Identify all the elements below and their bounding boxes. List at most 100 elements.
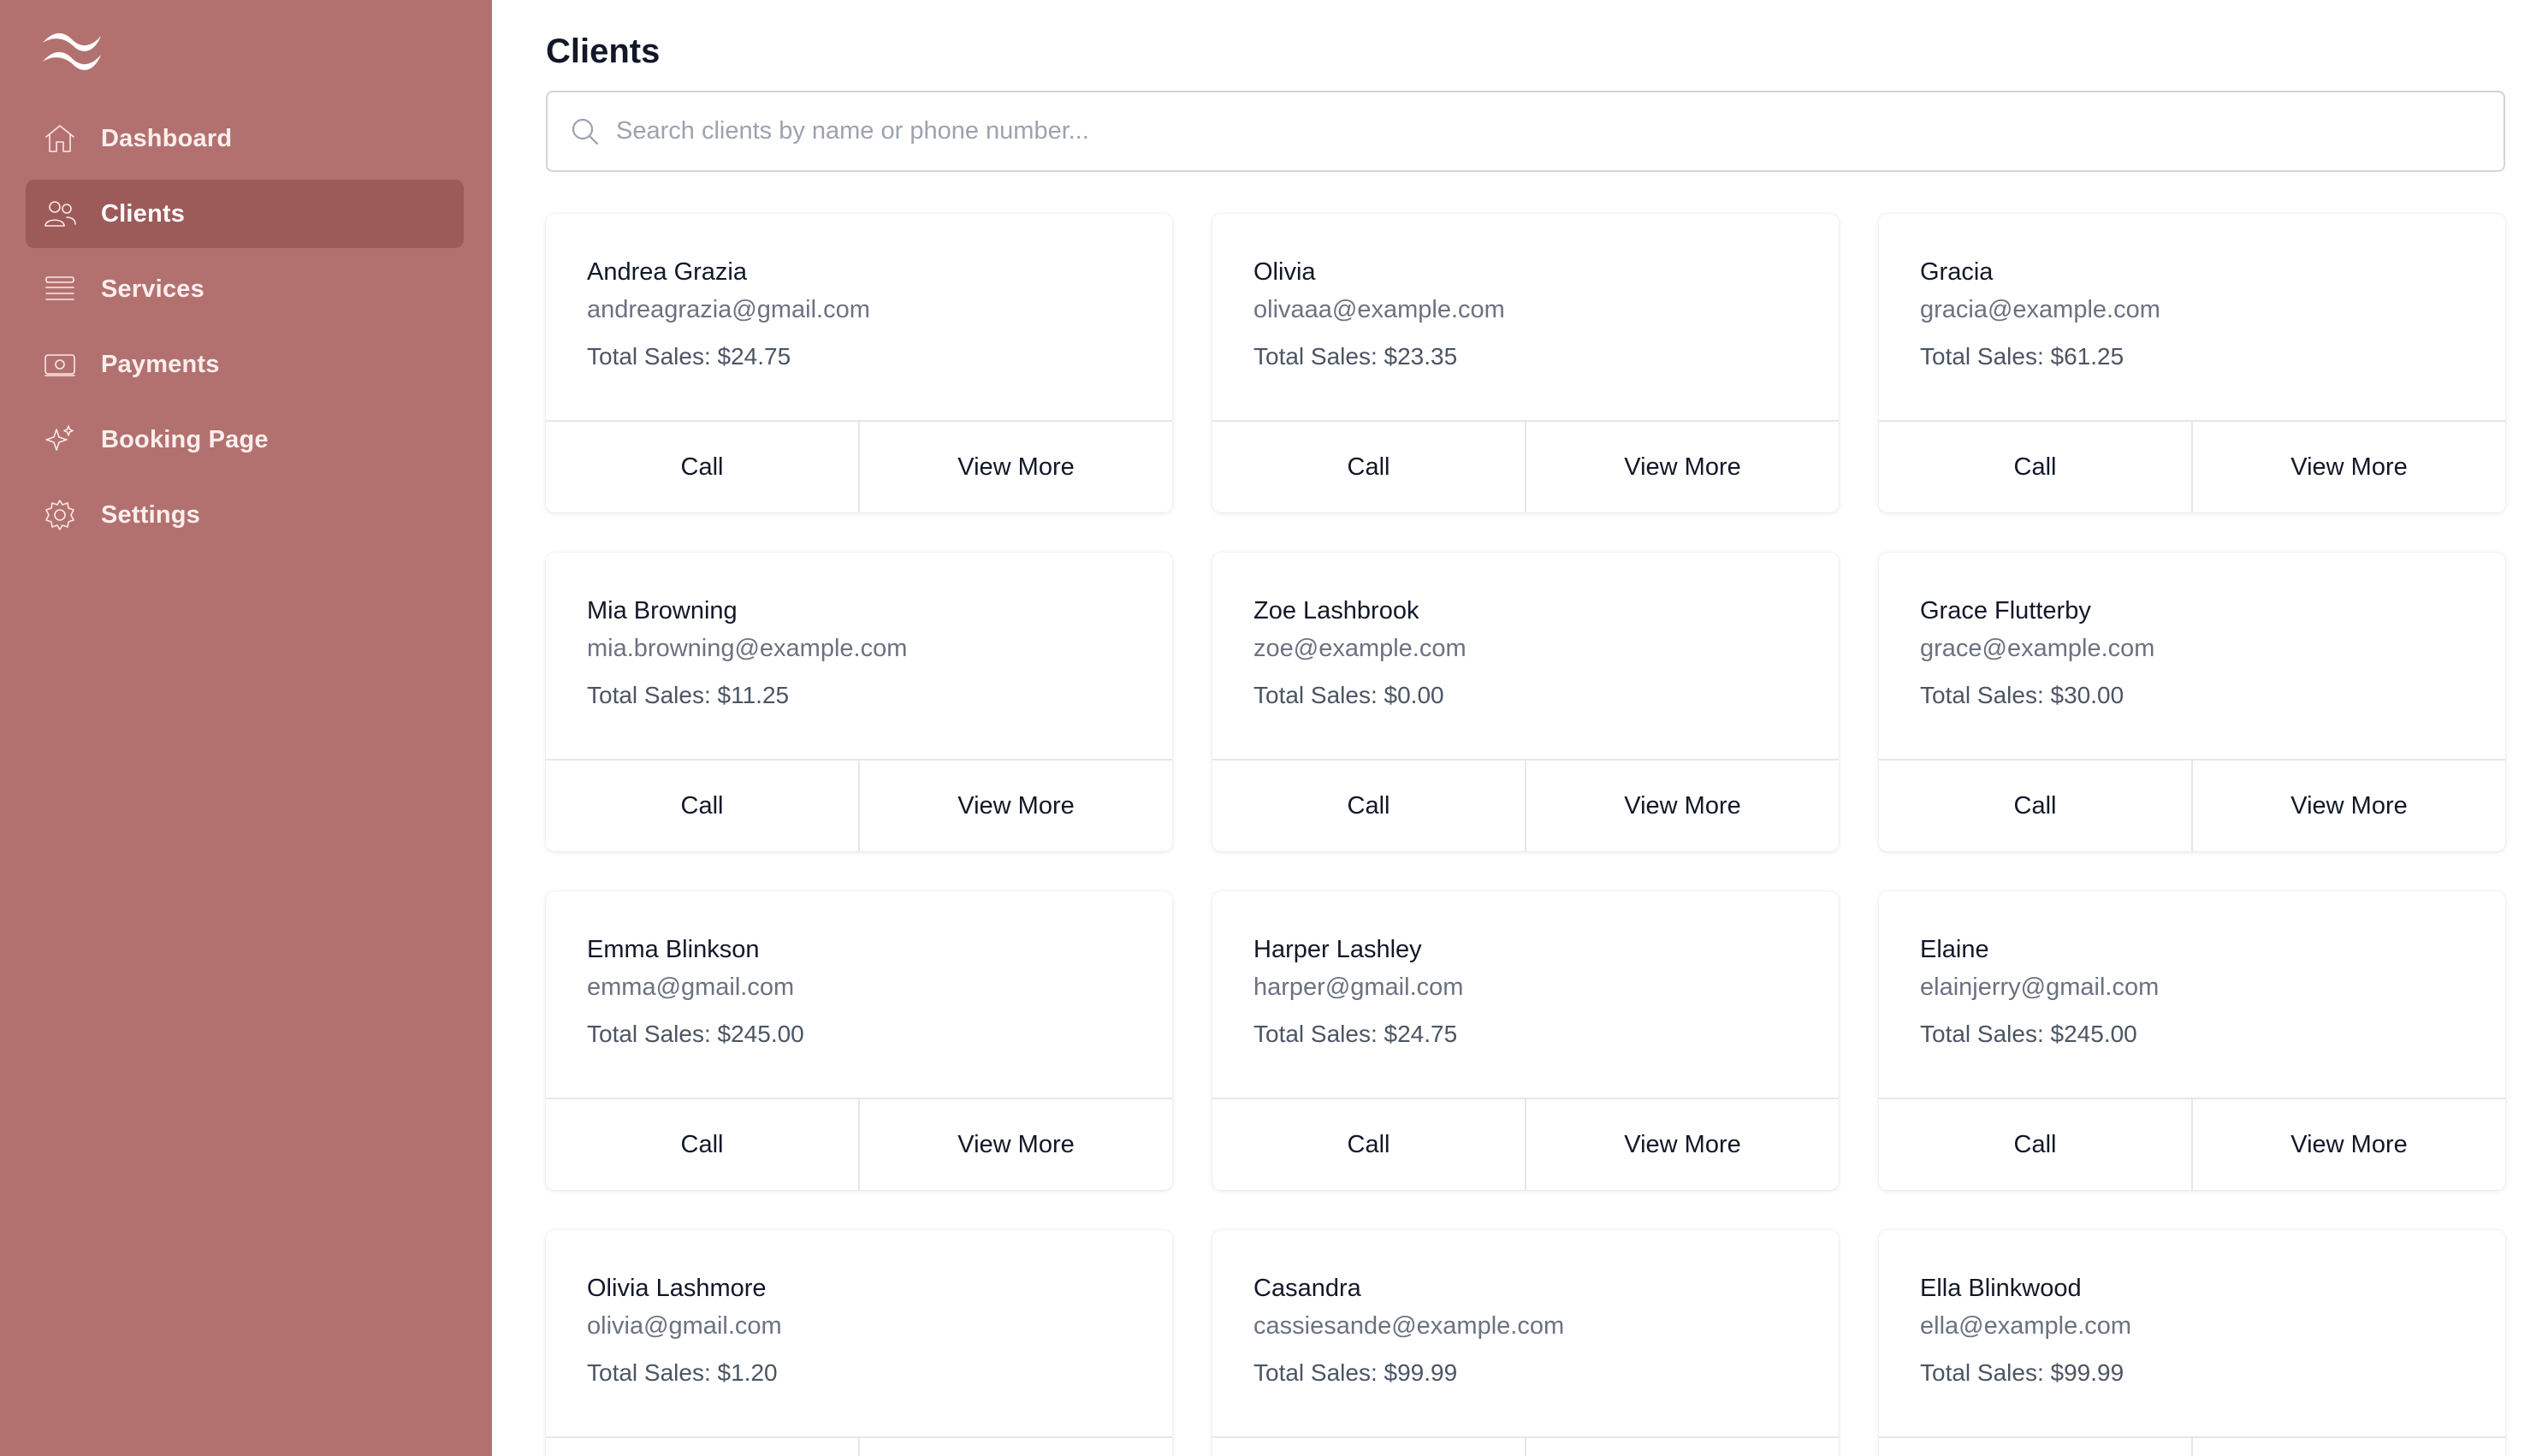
client-card: Olivia olivaaa@example.com Total Sales: $2… bbox=[1212, 214, 1839, 512]
view-more-button[interactable]: View More bbox=[2191, 422, 2505, 512]
client-email: ella@example.com bbox=[1920, 1312, 2132, 1340]
client-email: emma@gmail.com bbox=[587, 974, 795, 1001]
client-email: harper@gmail.com bbox=[1253, 974, 1464, 1001]
call-button[interactable]: Call bbox=[1879, 1099, 2191, 1190]
client-card-body: Harper Lashley harper@gmail.com Total Sale… bbox=[1253, 932, 1813, 1047]
view-more-button[interactable]: View More bbox=[1525, 1099, 1839, 1190]
call-button[interactable]: Call bbox=[1879, 1438, 2191, 1456]
client-card: Mia Browning mia.browning@example.com Tota… bbox=[546, 553, 1172, 851]
view-more-button[interactable]: View More bbox=[1525, 761, 1839, 851]
call-button[interactable]: Call bbox=[1879, 422, 2191, 512]
client-card: Emma Blinkson emma@gmail.com Total Sales: … bbox=[546, 891, 1172, 1190]
client-email: grace@example.com bbox=[1920, 635, 2155, 662]
sidebar-item-booking-page[interactable]: Booking Page bbox=[26, 405, 464, 474]
call-button[interactable]: Call bbox=[1212, 1099, 1525, 1190]
client-name: Emma Blinkson bbox=[587, 936, 760, 963]
client-total-sales: Total Sales: $99.99 bbox=[1920, 1359, 2124, 1386]
client-card: Casandra cassiesande@example.com Total Sal… bbox=[1212, 1230, 1839, 1456]
client-total-sales: Total Sales: $24.75 bbox=[1253, 1021, 1458, 1047]
view-more-button[interactable]: View More bbox=[858, 1099, 1172, 1190]
client-total-sales: Total Sales: $245.00 bbox=[1920, 1021, 2137, 1047]
client-name: Olivia Lashmore bbox=[587, 1275, 767, 1302]
call-button[interactable]: Call bbox=[1212, 422, 1525, 512]
client-total-sales: Total Sales: $30.00 bbox=[1920, 682, 2124, 708]
client-card-actions: CallView More bbox=[1879, 1098, 2505, 1190]
sidebar-item-label: Booking Page bbox=[101, 425, 269, 453]
client-total-sales: Total Sales: $24.75 bbox=[587, 343, 791, 370]
client-email: andreagrazia@gmail.com bbox=[587, 296, 870, 323]
call-button[interactable]: Call bbox=[1879, 761, 2191, 851]
clients-grid: Andrea Grazia andreagrazia@gmail.com Total… bbox=[546, 214, 2505, 1456]
call-button[interactable]: Call bbox=[1212, 1438, 1525, 1456]
client-card: Elaine elainjerry@gmail.com Total Sales: $… bbox=[1879, 891, 2505, 1190]
client-total-sales: Total Sales: $11.25 bbox=[587, 682, 790, 708]
client-total-sales: Total Sales: $245.00 bbox=[587, 1021, 804, 1047]
client-card-body: Elaine elainjerry@gmail.com Total Sales: $… bbox=[1920, 932, 2480, 1047]
view-more-button[interactable]: View More bbox=[1525, 422, 1839, 512]
call-button[interactable]: Call bbox=[1212, 761, 1525, 851]
client-card-body: Casandra cassiesande@example.com Total Sal… bbox=[1253, 1271, 1813, 1386]
call-button[interactable]: Call bbox=[546, 422, 858, 512]
view-more-button[interactable]: View More bbox=[858, 422, 1172, 512]
sidebar-item-label: Clients bbox=[101, 199, 186, 228]
list-icon bbox=[41, 270, 79, 308]
client-name: Ella Blinkwood bbox=[1920, 1275, 2082, 1302]
client-card: Zoe Lashbrook zoe@example.com Total Sales:… bbox=[1212, 553, 1839, 851]
client-card: Harper Lashley harper@gmail.com Total Sale… bbox=[1212, 891, 1839, 1190]
view-more-button[interactable]: View More bbox=[2191, 1438, 2505, 1456]
client-card-body: Andrea Grazia andreagrazia@gmail.com Total… bbox=[587, 255, 1147, 370]
client-total-sales: Total Sales: $1.20 bbox=[587, 1359, 778, 1386]
client-total-sales: Total Sales: $23.35 bbox=[1253, 343, 1458, 370]
sidebar-item-settings[interactable]: Settings bbox=[26, 481, 464, 549]
banknote-icon bbox=[41, 346, 79, 383]
client-name: Harper Lashley bbox=[1253, 936, 1422, 963]
client-card: Andrea Grazia andreagrazia@gmail.com Total… bbox=[546, 214, 1172, 512]
sidebar-item-clients[interactable]: Clients bbox=[26, 180, 464, 248]
client-card-actions: CallView More bbox=[546, 420, 1172, 512]
client-name: Olivia bbox=[1253, 258, 1316, 286]
client-card-actions: CallView More bbox=[546, 759, 1172, 851]
sidebar-nav: Dashboard Clients Services Payments Booking … bbox=[26, 104, 464, 556]
sidebar-item-payments[interactable]: Payments bbox=[26, 330, 464, 399]
client-card-body: Emma Blinkson emma@gmail.com Total Sales: … bbox=[587, 932, 1147, 1047]
client-card-body: Zoe Lashbrook zoe@example.com Total Sales:… bbox=[1253, 594, 1813, 708]
client-card-body: Mia Browning mia.browning@example.com Tota… bbox=[587, 594, 1147, 708]
search-icon bbox=[568, 115, 602, 149]
view-more-button[interactable]: View More bbox=[1525, 1438, 1839, 1456]
client-email: olivia@gmail.com bbox=[587, 1312, 782, 1340]
sidebar: Dashboard Clients Services Payments Booking … bbox=[0, 0, 492, 1456]
client-card-actions: CallView More bbox=[546, 1436, 1172, 1456]
client-card-actions: CallView More bbox=[1212, 759, 1839, 851]
sidebar-item-label: Dashboard bbox=[101, 124, 233, 152]
sidebar-item-label: Settings bbox=[101, 500, 200, 529]
page-title: Clients bbox=[546, 33, 661, 70]
wave-logo-icon[interactable] bbox=[38, 24, 106, 75]
client-card: Ella Blinkwood ella@example.com Total Sale… bbox=[1879, 1230, 2505, 1456]
client-card-actions: CallView More bbox=[1212, 420, 1839, 512]
call-button[interactable]: Call bbox=[546, 761, 858, 851]
client-card-actions: CallView More bbox=[1879, 1436, 2505, 1456]
search-bar[interactable] bbox=[546, 91, 2505, 172]
view-more-button[interactable]: View More bbox=[2191, 761, 2505, 851]
sidebar-item-dashboard[interactable]: Dashboard bbox=[26, 104, 464, 173]
client-email: elainjerry@gmail.com bbox=[1920, 974, 2160, 1001]
client-email: cassiesande@example.com bbox=[1253, 1312, 1565, 1340]
view-more-button[interactable]: View More bbox=[858, 1438, 1172, 1456]
sidebar-item-services[interactable]: Services bbox=[26, 255, 464, 323]
client-name: Andrea Grazia bbox=[587, 258, 747, 286]
client-card-actions: CallView More bbox=[1212, 1098, 1839, 1190]
client-card-actions: CallView More bbox=[546, 1098, 1172, 1190]
client-card: Gracia gracia@example.com Total Sales: $61… bbox=[1879, 214, 2505, 512]
view-more-button[interactable]: View More bbox=[2191, 1099, 2505, 1190]
client-card-body: Olivia Lashmore olivia@gmail.com Total Sal… bbox=[587, 1271, 1147, 1386]
client-card-body: Olivia olivaaa@example.com Total Sales: $2… bbox=[1253, 255, 1813, 370]
client-card-actions: CallView More bbox=[1879, 759, 2505, 851]
call-button[interactable]: Call bbox=[546, 1438, 858, 1456]
search-input[interactable] bbox=[616, 97, 2504, 166]
client-card-body: Gracia gracia@example.com Total Sales: $61… bbox=[1920, 255, 2480, 370]
client-card-body: Ella Blinkwood ella@example.com Total Sale… bbox=[1920, 1271, 2480, 1386]
view-more-button[interactable]: View More bbox=[858, 761, 1172, 851]
call-button[interactable]: Call bbox=[546, 1099, 858, 1190]
client-total-sales: Total Sales: $0.00 bbox=[1253, 682, 1444, 708]
client-total-sales: Total Sales: $99.99 bbox=[1253, 1359, 1458, 1386]
